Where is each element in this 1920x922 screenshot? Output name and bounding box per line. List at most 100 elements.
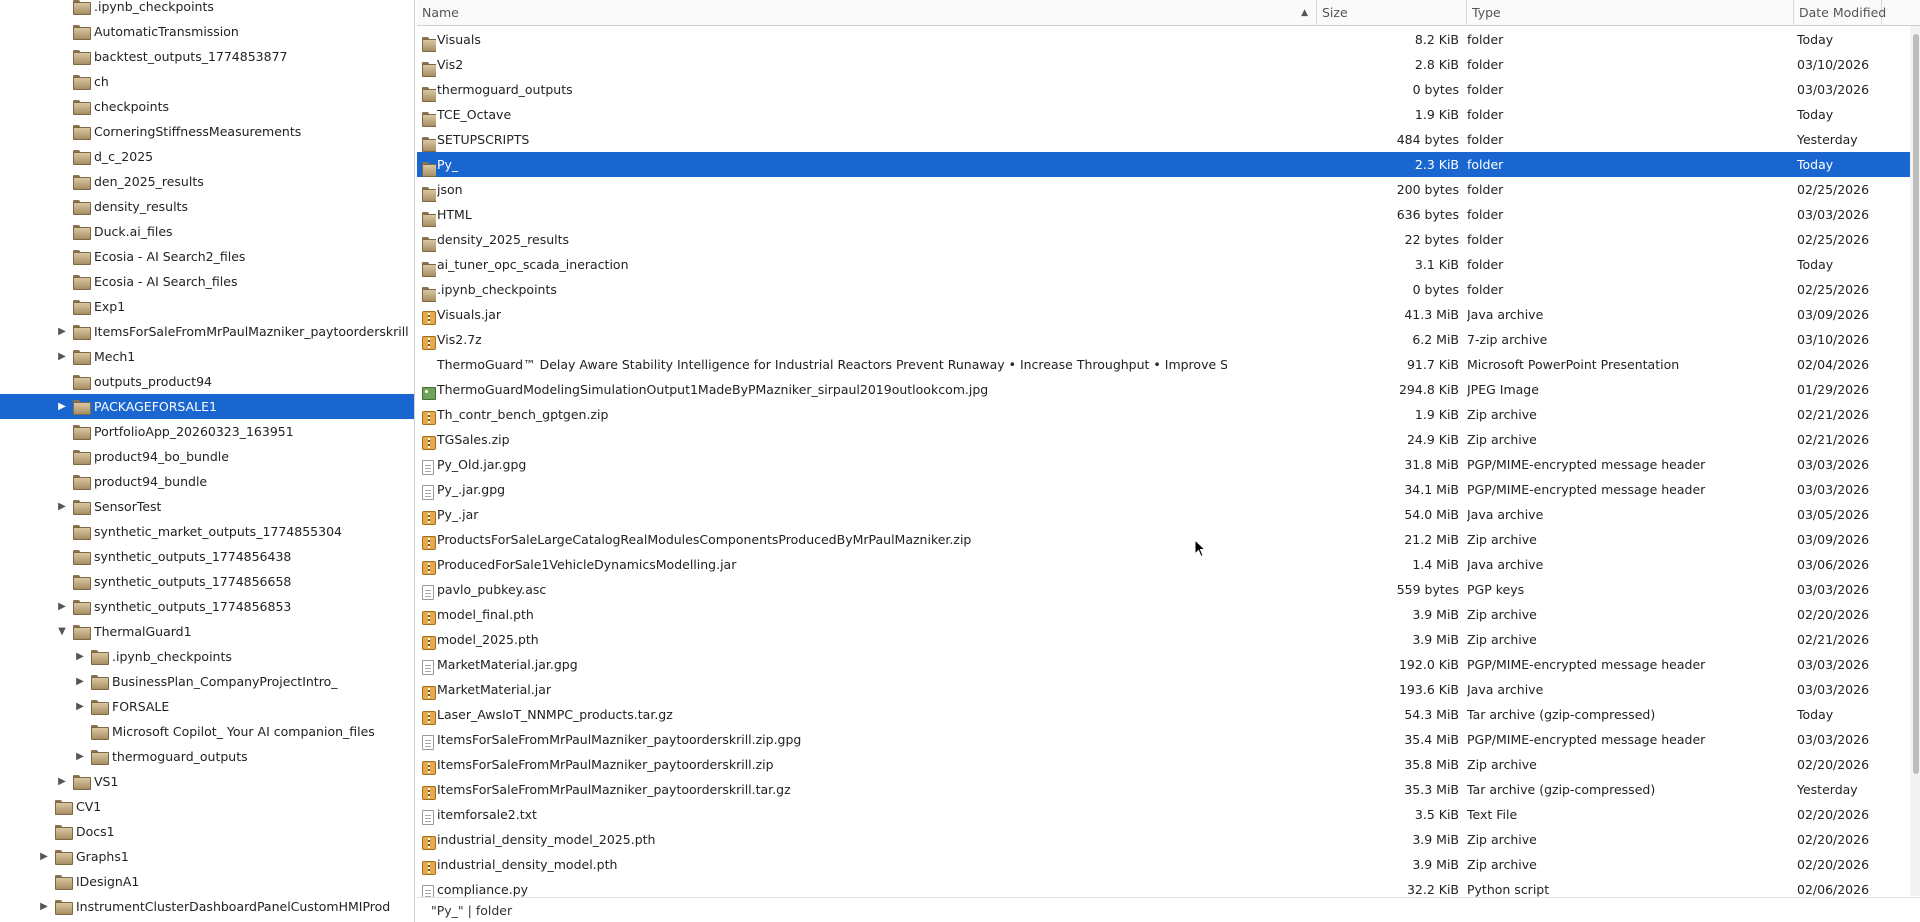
file-row[interactable]: json 200 bytes folder 02/25/2026 — [417, 177, 1920, 202]
tree-item[interactable]: d_c_2025 — [0, 144, 414, 169]
file-list-pane[interactable]: Name ▲ Size Type Date Modified Visuals 8.… — [417, 0, 1920, 922]
file-row[interactable]: ThermoGuard™ Delay Aware Stability Intel… — [417, 352, 1920, 377]
collapse-arrow-icon[interactable]: ▶ — [74, 744, 86, 769]
tree-item[interactable]: ▶ FORSALE — [0, 694, 414, 719]
file-row[interactable]: pavlo_pubkey.asc 559 bytes PGP keys 03/03/2… — [417, 577, 1920, 602]
file-size: 31.8 MiB — [1404, 457, 1459, 472]
tree-item[interactable]: ▶ ItemsForSaleFromMrPaulMazniker_paytoord… — [0, 319, 414, 344]
tree-item-label: IDesignA1 — [76, 874, 140, 889]
file-row[interactable]: thermoguard_outputs 0 bytes folder 03/03/20… — [417, 77, 1920, 102]
tree-item[interactable]: Duck.ai_files — [0, 219, 414, 244]
tree-item[interactable]: ▶ synthetic_outputs_1774856853 — [0, 594, 414, 619]
file-row[interactable]: Th_contr_bench_gptgen.zip 1.9 KiB Zip arch… — [417, 402, 1920, 427]
file-row[interactable]: itemforsale2.txt 3.5 KiB Text File 02/20/20… — [417, 802, 1920, 827]
file-row[interactable]: model_2025.pth 3.9 MiB Zip archive 02/21/20… — [417, 627, 1920, 652]
tree-item[interactable]: ▼ ThermalGuard1 — [0, 619, 414, 644]
file-size: 54.0 MiB — [1404, 507, 1459, 522]
file-row[interactable]: industrial_density_model.pth 3.9 MiB Zip a… — [417, 852, 1920, 877]
tree-item[interactable]: CV1 — [0, 794, 414, 819]
file-row[interactable]: density_2025_results 22 bytes folder 02/25/… — [417, 227, 1920, 252]
file-row[interactable]: Visuals.jar 41.3 MiB Java archive 03/09/202… — [417, 302, 1920, 327]
file-row[interactable]: Py_.jar 54.0 MiB Java archive 03/05/2026 — [417, 502, 1920, 527]
file-row[interactable]: model_final.pth 3.9 MiB Zip archive 02/20/2… — [417, 602, 1920, 627]
tree-item[interactable]: Microsoft Copilot_ Your AI companion_fil… — [0, 719, 414, 744]
collapse-arrow-icon[interactable]: ▶ — [74, 669, 86, 694]
file-row[interactable]: TCE_Octave 1.9 KiB folder Today — [417, 102, 1920, 127]
file-name: industrial_density_model.pth — [437, 857, 618, 872]
file-row[interactable]: Visuals 8.2 KiB folder Today — [417, 27, 1920, 52]
file-row[interactable]: compliance.py 32.2 KiB Python script 02/06/… — [417, 877, 1920, 897]
file-row[interactable]: MarketMaterial.jar.gpg 192.0 KiB PGP/MIME-… — [417, 652, 1920, 677]
collapse-arrow-icon[interactable]: ▶ — [74, 644, 86, 669]
tree-item[interactable]: ▶ PACKAGEFORSALE1 — [0, 394, 414, 419]
tree-item[interactable]: checkpoints — [0, 94, 414, 119]
vertical-scrollbar[interactable] — [1910, 26, 1920, 896]
tree-item[interactable]: AutomaticTransmission — [0, 19, 414, 44]
file-row[interactable]: HTML 636 bytes folder 03/03/2026 — [417, 202, 1920, 227]
column-name-header[interactable]: Name ▲ — [417, 0, 1317, 26]
tree-item[interactable]: ▶ InstrumentClusterDashboardPanelCustomHM… — [0, 894, 414, 919]
file-row[interactable]: Py_Old.jar.gpg 31.8 MiB PGP/MIME-encrypted… — [417, 452, 1920, 477]
tree-item[interactable]: synthetic_outputs_1774856438 — [0, 544, 414, 569]
collapse-arrow-icon[interactable]: ▶ — [38, 894, 50, 919]
folder-icon — [73, 500, 91, 515]
collapse-arrow-icon[interactable]: ▶ — [56, 769, 68, 794]
collapse-arrow-icon[interactable]: ▶ — [56, 494, 68, 519]
column-size-header[interactable]: Size — [1317, 0, 1467, 26]
collapse-arrow-icon[interactable]: ▶ — [56, 344, 68, 369]
file-row[interactable]: ItemsForSaleFromMrPaulMazniker_paytoorde… — [417, 777, 1920, 802]
file-row[interactable]: Vis2.7z 6.2 MiB 7-zip archive 03/10/2026 — [417, 327, 1920, 352]
tree-item[interactable]: synthetic_market_outputs_1774855304 — [0, 519, 414, 544]
expand-arrow-icon[interactable]: ▼ — [56, 619, 68, 644]
collapse-arrow-icon[interactable]: ▶ — [74, 694, 86, 719]
file-row[interactable]: Py_.jar.gpg 34.1 MiB PGP/MIME-encrypted me… — [417, 477, 1920, 502]
file-row[interactable]: .ipynb_checkpoints 0 bytes folder 02/25/202… — [417, 277, 1920, 302]
column-date-header[interactable]: Date Modified — [1793, 0, 1920, 26]
tree-item[interactable]: den_2025_results — [0, 169, 414, 194]
file-row[interactable]: Vis2 2.8 KiB folder 03/10/2026 — [417, 52, 1920, 77]
tree-item[interactable]: outputs_product94 — [0, 369, 414, 394]
tree-item[interactable]: Ecosia - AI Search2_files — [0, 244, 414, 269]
folder-tree-pane[interactable]: .ipynb_checkpoints AutomaticTransmission b… — [0, 0, 415, 922]
tree-item[interactable]: IDesignA1 — [0, 869, 414, 894]
file-row[interactable]: ItemsForSaleFromMrPaulMazniker_paytoorde… — [417, 752, 1920, 777]
collapse-arrow-icon[interactable]: ▶ — [38, 844, 50, 869]
tree-item[interactable]: Exp1 — [0, 294, 414, 319]
file-row[interactable]: ProductsForSaleLargeCatalogRealModulesCo… — [417, 527, 1920, 552]
file-row[interactable]: MarketMaterial.jar 193.6 KiB Java archive 0… — [417, 677, 1920, 702]
collapse-arrow-icon[interactable]: ▶ — [56, 594, 68, 619]
tree-item-label: backtest_outputs_1774853877 — [94, 49, 288, 64]
tree-item[interactable]: ▶ BusinessPlan_CompanyProjectIntro_ — [0, 669, 414, 694]
tree-item[interactable]: ▶ SensorTest — [0, 494, 414, 519]
tree-item[interactable]: product94_bo_bundle — [0, 444, 414, 469]
file-row[interactable]: industrial_density_model_2025.pth 3.9 MiB… — [417, 827, 1920, 852]
file-row[interactable]: TGSales.zip 24.9 KiB Zip archive 02/21/2026 — [417, 427, 1920, 452]
tree-item[interactable]: PortfolioApp_20260323_163951 — [0, 419, 414, 444]
file-row[interactable]: Py_ 2.3 KiB folder Today — [417, 152, 1920, 177]
tree-item[interactable]: ▶ Mech1 — [0, 344, 414, 369]
tree-item[interactable]: product94_bundle — [0, 469, 414, 494]
file-row[interactable]: Laser_AwsIoT_NNMPC_products.tar.gz 54.3 M… — [417, 702, 1920, 727]
scrollbar-thumb[interactable] — [1913, 34, 1919, 774]
collapse-arrow-icon[interactable]: ▶ — [56, 394, 68, 419]
file-row[interactable]: ThermoGuardModelingSimulationOutput1Made… — [417, 377, 1920, 402]
tree-item[interactable]: density_results — [0, 194, 414, 219]
tree-item[interactable]: ▶ .ipynb_checkpoints — [0, 644, 414, 669]
tree-item[interactable]: .ipynb_checkpoints — [0, 0, 414, 19]
file-row[interactable]: SETUPSCRIPTS 484 bytes folder Yesterday — [417, 127, 1920, 152]
tree-item[interactable]: synthetic_outputs_1774856658 — [0, 569, 414, 594]
tree-item[interactable]: CorneringStiffnessMeasurements — [0, 119, 414, 144]
file-name: ItemsForSaleFromMrPaulMazniker_paytoorde… — [437, 757, 774, 772]
tree-item[interactable]: ch — [0, 69, 414, 94]
file-row[interactable]: ItemsForSaleFromMrPaulMazniker_paytoorde… — [417, 727, 1920, 752]
file-row[interactable]: ProducedForSale1VehicleDynamicsModelling… — [417, 552, 1920, 577]
tree-item[interactable]: Ecosia - AI Search_files — [0, 269, 414, 294]
collapse-arrow-icon[interactable]: ▶ — [56, 319, 68, 344]
file-row[interactable]: ai_tuner_opc_scada_ineraction 3.1 KiB fold… — [417, 252, 1920, 277]
tree-item[interactable]: ▶ Graphs1 — [0, 844, 414, 869]
tree-item[interactable]: backtest_outputs_1774853877 — [0, 44, 414, 69]
tree-item[interactable]: ▶ thermoguard_outputs — [0, 744, 414, 769]
file-date: 03/03/2026 — [1797, 482, 1870, 497]
tree-item[interactable]: Docs1 — [0, 819, 414, 844]
tree-item[interactable]: ▶ VS1 — [0, 769, 414, 794]
